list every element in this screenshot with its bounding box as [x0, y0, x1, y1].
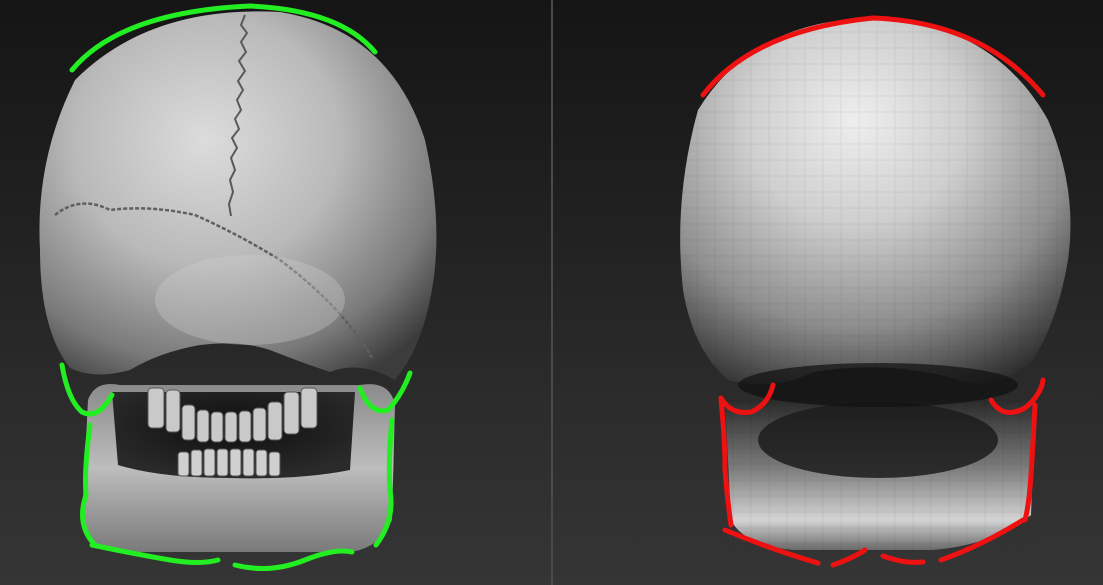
outline-chin-right	[232, 548, 355, 571]
blockout-mouth-shadow	[758, 402, 998, 478]
outline-chin-mid-left	[830, 547, 868, 568]
outline-chin-mid-right	[880, 553, 926, 565]
blockout-skull-view	[680, 15, 1071, 568]
occipital-highlight	[155, 255, 345, 345]
blockout-base-shadow	[738, 363, 1018, 407]
blockout-skull-panel	[553, 0, 1103, 585]
detailed-skull-view	[39, 3, 437, 571]
detailed-skull-panel	[0, 0, 551, 585]
blockout-cranium-facets	[680, 18, 1071, 385]
comparison-canvas	[0, 0, 1103, 585]
